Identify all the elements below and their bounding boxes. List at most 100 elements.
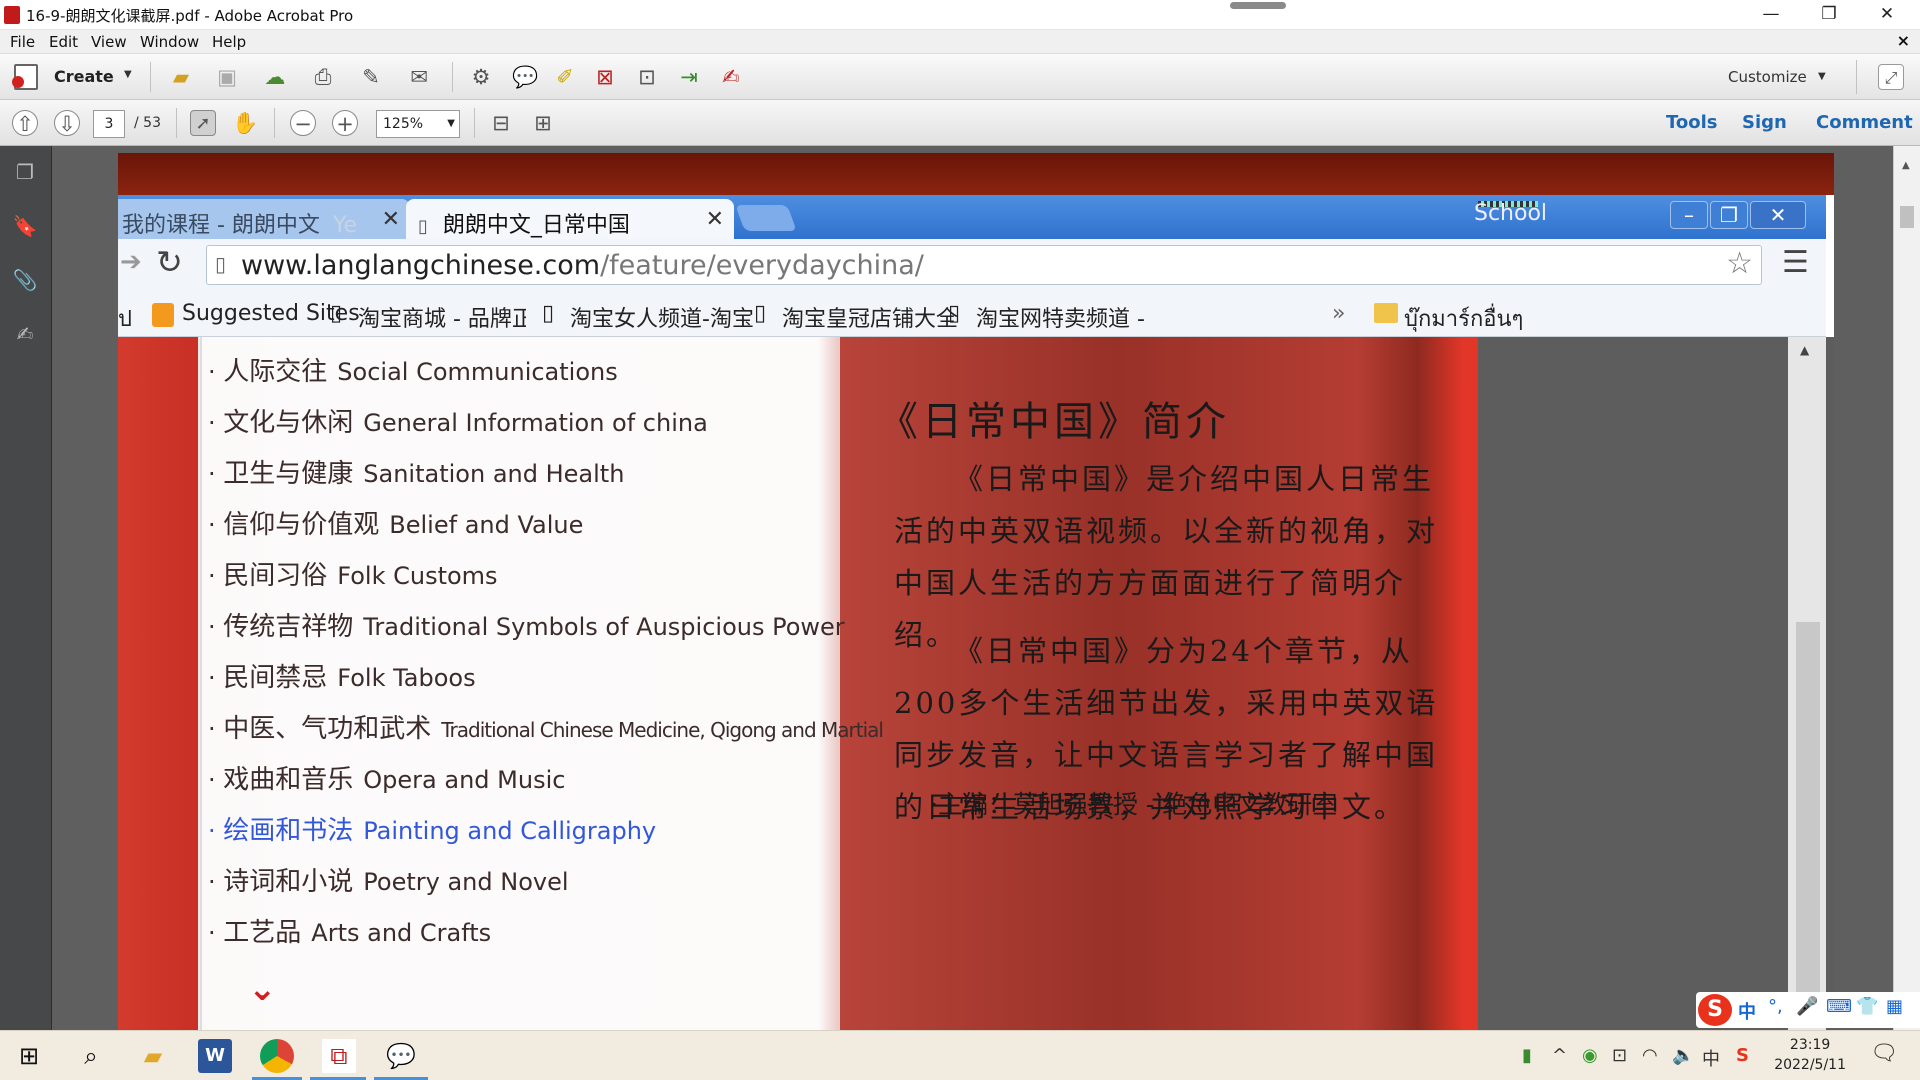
- delete-page-icon[interactable]: ⊠: [592, 64, 618, 90]
- fullscreen-icon[interactable]: ⤢: [1878, 64, 1904, 90]
- windows-start-icon[interactable]: ⊞: [12, 1039, 46, 1073]
- select-cursor-icon[interactable]: ➚: [190, 110, 216, 136]
- chapter-menu-item[interactable]: · 人际交往 Social Communications: [208, 351, 618, 388]
- chapter-title-en: Folk Taboos: [337, 664, 476, 692]
- acrobat-icon[interactable]: ⧉: [322, 1039, 356, 1073]
- menu-file[interactable]: File: [10, 33, 35, 51]
- ime-toolbar[interactable]: S 中 °, 🎤 ⌨ 👕 ▦: [1696, 992, 1920, 1028]
- chapter-menu-item[interactable]: · 文化与休闲 General Information of china: [208, 402, 708, 439]
- open-folder-icon[interactable]: ▰: [168, 64, 194, 90]
- sign-button[interactable]: Sign: [1742, 112, 1787, 133]
- scroll-up-icon[interactable]: ▲: [1902, 160, 1910, 171]
- sign-document-icon[interactable]: ✍: [718, 64, 744, 90]
- create-button[interactable]: Create ▼: [12, 64, 134, 92]
- new-tab-icon: [735, 205, 797, 231]
- export-icon[interactable]: ⇥: [676, 64, 702, 90]
- signatures-icon[interactable]: ✍: [12, 322, 38, 348]
- scroll-thumb[interactable]: [1900, 206, 1914, 228]
- chapter-title-cn: 戏曲和音乐: [223, 765, 354, 795]
- menu-edit[interactable]: Edit: [49, 33, 78, 51]
- chapter-menu-item[interactable]: · 民间习俗 Folk Customs: [208, 555, 498, 592]
- menu-window[interactable]: Window: [140, 33, 199, 51]
- volume-icon[interactable]: 🔈: [1672, 1045, 1694, 1066]
- wechat-icon[interactable]: 💬: [384, 1039, 418, 1073]
- close-button[interactable]: ✕: [1858, 0, 1916, 30]
- fit-page-icon[interactable]: ⊟: [488, 110, 514, 136]
- zoom-level-select[interactable]: 125% ▼: [376, 110, 460, 138]
- previous-page-icon[interactable]: ⇧: [12, 110, 38, 136]
- page-number-input[interactable]: 3: [93, 110, 125, 138]
- chapter-menu-item[interactable]: · 戏曲和音乐 Opera and Music: [208, 759, 565, 796]
- input-method-icon[interactable]: 中: [1702, 1045, 1720, 1071]
- edit-document-icon[interactable]: ✎: [358, 64, 384, 90]
- menu-help[interactable]: Help: [212, 33, 246, 51]
- fit-width-icon[interactable]: ⊞: [530, 110, 556, 136]
- star-icon: ☆: [1726, 246, 1753, 281]
- bookmarks-icon[interactable]: 🔖: [12, 214, 38, 240]
- menu-view[interactable]: View: [91, 33, 127, 51]
- zoom-out-icon[interactable]: −: [290, 110, 316, 136]
- sogou-ime-icon[interactable]: S: [1698, 994, 1732, 1026]
- chapter-menu-item[interactable]: · 传统吉祥物 Traditional Symbols of Auspicious…: [208, 606, 845, 643]
- chapter-menu-item[interactable]: · 卫生与健康 Sanitation and Health: [208, 453, 624, 490]
- chrome-icon[interactable]: [260, 1039, 294, 1073]
- next-page-icon[interactable]: ⇩: [54, 110, 80, 136]
- maximize-button[interactable]: ❐: [1800, 0, 1858, 30]
- chapter-menu-item[interactable]: · 民间禁忌 Folk Taboos: [208, 657, 476, 694]
- navigation-pane-rail: ❐ 🔖 📎 ✍: [0, 146, 52, 1030]
- comment-button[interactable]: Comment: [1816, 112, 1913, 133]
- chapter-title-cn: 工艺品: [223, 918, 302, 948]
- window-drag-grip[interactable]: [1230, 2, 1286, 9]
- chapter-menu-item[interactable]: · 信仰与价值观 Belief and Value: [208, 504, 583, 541]
- file-explorer-icon[interactable]: ▰: [136, 1039, 170, 1073]
- chapter-menu-item[interactable]: · 工艺品 Arts and Crafts: [208, 912, 491, 949]
- zoom-in-icon[interactable]: +: [332, 110, 358, 136]
- customize-button[interactable]: Customize: [1728, 68, 1807, 86]
- sogou-tray-icon[interactable]: S: [1736, 1045, 1749, 1066]
- skin-icon[interactable]: 👕: [1856, 996, 1878, 1017]
- microphone-icon[interactable]: 🎤: [1796, 996, 1818, 1017]
- email-icon[interactable]: ✉: [406, 64, 432, 90]
- chapter-menu-item[interactable]: · 中医、气功和武术 Traditional Chinese Medicine, …: [208, 708, 884, 745]
- search-icon[interactable]: ⌕: [74, 1039, 108, 1073]
- wifi-icon[interactable]: ◠: [1642, 1045, 1658, 1066]
- page-review-icon[interactable]: ⊡: [634, 64, 660, 90]
- notifications-icon[interactable]: 🗨: [1870, 1041, 1898, 1066]
- bullet: ·: [208, 817, 224, 845]
- comment-bubble-icon[interactable]: 💬: [512, 64, 538, 90]
- bookmark-item: 淘宝女人频道-淘宝: [570, 307, 754, 332]
- save-icon[interactable]: ▣: [214, 64, 240, 90]
- browser-tab-1: 我的课程 - 朗朗中文 Ye ✕: [118, 199, 410, 239]
- chapter-title-cn: 诗词和小说: [223, 867, 354, 897]
- chapter-menu-item[interactable]: · 诗词和小说 Poetry and Novel: [208, 861, 569, 898]
- ime-mode[interactable]: 中: [1738, 998, 1756, 1024]
- sync-icon[interactable]: ◉: [1582, 1045, 1598, 1066]
- bookmarks-bar: ป Suggested Sites ▯ 淘宝商城 - 品牌正品 ▯ 淘宝女人频道…: [118, 291, 1826, 337]
- tools-button[interactable]: Tools: [1666, 112, 1718, 133]
- chapter-title-cn: 中医、气功和武术: [223, 714, 432, 744]
- page-icon: ▯: [330, 301, 343, 326]
- keyboard-icon[interactable]: ⌨: [1826, 996, 1852, 1017]
- word-icon[interactable]: W: [198, 1039, 232, 1073]
- settings-gear-icon[interactable]: ⚙: [468, 64, 494, 90]
- document-scrollbar[interactable]: ▲: [1893, 146, 1920, 1030]
- highlight-icon[interactable]: ✐: [552, 64, 578, 90]
- battery-icon[interactable]: ▮: [1522, 1045, 1532, 1066]
- chapter-menu-item[interactable]: · 绘画和书法 Painting and Calligraphy: [208, 810, 656, 847]
- apps-grid-icon[interactable]: ▦: [1886, 996, 1903, 1017]
- show-hidden-icons-icon[interactable]: ^: [1552, 1045, 1567, 1066]
- hand-tool-icon[interactable]: ✋: [232, 110, 258, 136]
- device-icon[interactable]: ⊡: [1612, 1045, 1627, 1066]
- minimize-button[interactable]: —: [1742, 0, 1800, 30]
- upload-cloud-icon[interactable]: ☁: [262, 64, 288, 90]
- navigation-toolbar: ⇧ ⇩ 3 / 53 ➚ ✋ − + 125% ▼ ⊟ ⊞: [0, 100, 1920, 146]
- print-icon[interactable]: ⎙: [310, 64, 336, 90]
- close-tab-icon: ✕: [705, 207, 724, 232]
- close-document-button[interactable]: ×: [1897, 31, 1910, 50]
- page-thumbnails-icon[interactable]: ❐: [12, 160, 38, 186]
- chevron-down-icon: ▼: [447, 118, 455, 129]
- punctuation-icon[interactable]: °,: [1768, 996, 1783, 1017]
- clock[interactable]: 23:19 2022/5/11: [1774, 1035, 1846, 1075]
- attachments-icon[interactable]: 📎: [12, 268, 38, 294]
- folder-icon: [1374, 303, 1398, 323]
